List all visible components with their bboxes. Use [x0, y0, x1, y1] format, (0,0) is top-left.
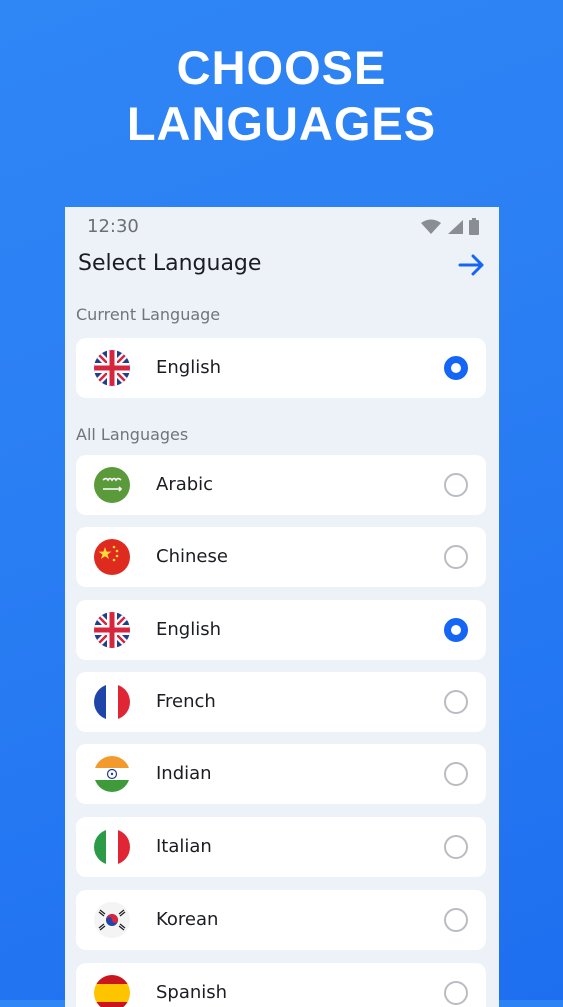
language-row-spanish[interactable]: Spanish	[76, 963, 486, 1007]
hero-title-line2: LANGUAGES	[126, 97, 437, 150]
language-name: Indian	[156, 763, 212, 784]
language-name: English	[156, 357, 221, 378]
language-row-korean[interactable]: Korean	[76, 890, 486, 950]
language-radio[interactable]	[444, 473, 468, 497]
hero-title-line1: CHOOSE	[176, 41, 387, 94]
uk-flag-icon	[94, 350, 130, 386]
language-name: French	[156, 691, 216, 712]
current-language-label: Current Language	[76, 305, 221, 324]
signal-icon	[447, 219, 463, 239]
app-header: Select Language	[65, 247, 499, 287]
phone-screen: 12:30 Select Language Current Language E…	[65, 207, 499, 1007]
language-name: Chinese	[156, 546, 228, 567]
status-bar: 12:30	[65, 207, 499, 245]
france-flag-icon	[94, 684, 130, 720]
language-radio[interactable]	[444, 690, 468, 714]
italy-flag-icon	[94, 829, 130, 865]
language-radio[interactable]	[444, 762, 468, 786]
language-name: English	[156, 619, 221, 640]
language-radio[interactable]	[444, 908, 468, 932]
language-row-chinese[interactable]: Chinese	[76, 527, 486, 587]
korea-flag-icon	[94, 902, 130, 938]
language-row-italian[interactable]: Italian	[76, 817, 486, 877]
spain-flag-icon	[94, 975, 130, 1007]
language-radio[interactable]	[444, 981, 468, 1005]
page-title: Select Language	[78, 251, 262, 276]
battery-icon	[469, 218, 479, 239]
arrow-right-icon	[457, 254, 487, 284]
language-row-arabic[interactable]: Arabic	[76, 455, 486, 515]
language-name: Korean	[156, 909, 219, 930]
status-icons	[421, 218, 479, 239]
language-radio[interactable]	[444, 618, 468, 642]
language-row-indian[interactable]: Indian	[76, 744, 486, 804]
language-name: Italian	[156, 836, 212, 857]
wifi-icon	[421, 219, 441, 239]
next-button[interactable]	[457, 250, 487, 280]
china-flag-icon	[94, 539, 130, 575]
uk-flag-icon	[94, 612, 130, 648]
india-flag-icon	[94, 756, 130, 792]
language-row-french[interactable]: French	[76, 672, 486, 732]
language-radio[interactable]	[444, 835, 468, 859]
language-radio[interactable]	[444, 545, 468, 569]
language-radio[interactable]	[444, 356, 468, 380]
language-row-english[interactable]: English	[76, 600, 486, 660]
all-languages-label: All Languages	[76, 425, 189, 444]
hero-title: CHOOSE LANGUAGES	[0, 40, 563, 152]
language-name: Arabic	[156, 474, 214, 495]
status-time: 12:30	[87, 216, 139, 237]
current-language-row[interactable]: English	[76, 338, 486, 398]
saudi-flag-icon	[94, 467, 130, 503]
